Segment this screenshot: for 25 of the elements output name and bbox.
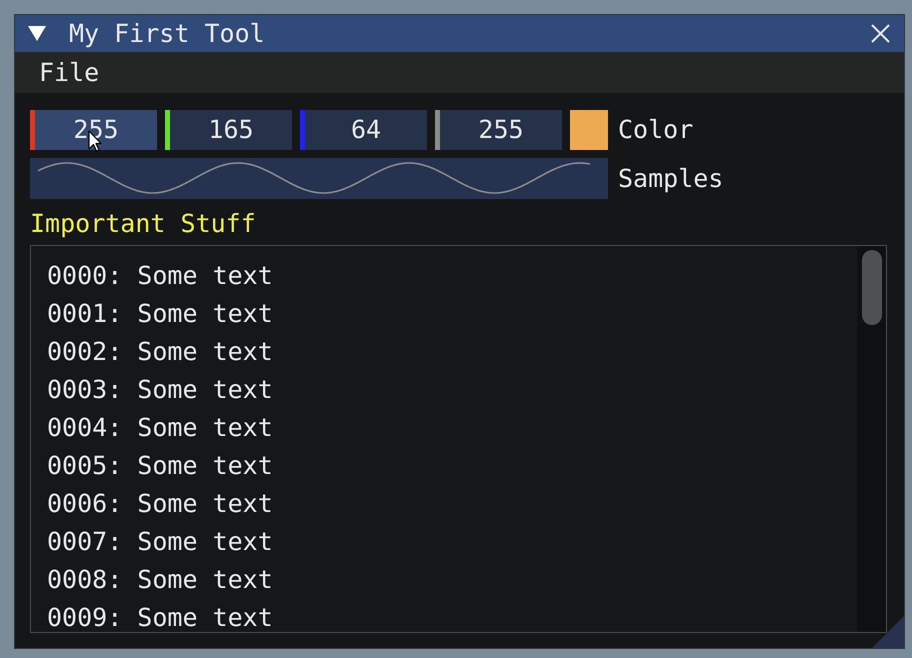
log-line: 0007: Some text xyxy=(47,527,274,557)
channel-drag-field[interactable]: 165 xyxy=(165,110,292,150)
field-label: Color xyxy=(618,115,694,145)
log-line: 0003: Some text xyxy=(47,375,274,405)
log-line: 0006: Some text xyxy=(47,489,274,519)
menu-item[interactable]: File xyxy=(37,58,102,88)
close-icon[interactable] xyxy=(871,24,890,43)
color-swatch[interactable] xyxy=(570,110,608,150)
channel-drag-field[interactable]: 255 xyxy=(435,110,562,150)
log-line: 0009: Some text xyxy=(47,603,274,633)
field-label: Samples xyxy=(618,164,724,194)
log-line: 0005: Some text xyxy=(47,451,274,481)
log-line: 0001: Some text xyxy=(47,299,274,329)
channel-drag-field[interactable]: 255 xyxy=(30,110,157,150)
scrollbar-track[interactable] xyxy=(857,246,886,632)
resize-grip-icon[interactable] xyxy=(872,616,904,648)
log-line: 0000: Some text xyxy=(47,261,274,291)
scrollbar-thumb[interactable] xyxy=(862,250,882,325)
collapse-arrow-icon[interactable] xyxy=(28,26,46,41)
log-line: 0004: Some text xyxy=(47,413,274,443)
window-title: My First Tool xyxy=(69,18,265,48)
section-heading: Important Stuff xyxy=(30,209,257,239)
log-line: 0002: Some text xyxy=(47,337,274,367)
channel-drag-field[interactable]: 64 xyxy=(300,110,427,150)
log-line: 0008: Some text xyxy=(47,565,274,595)
